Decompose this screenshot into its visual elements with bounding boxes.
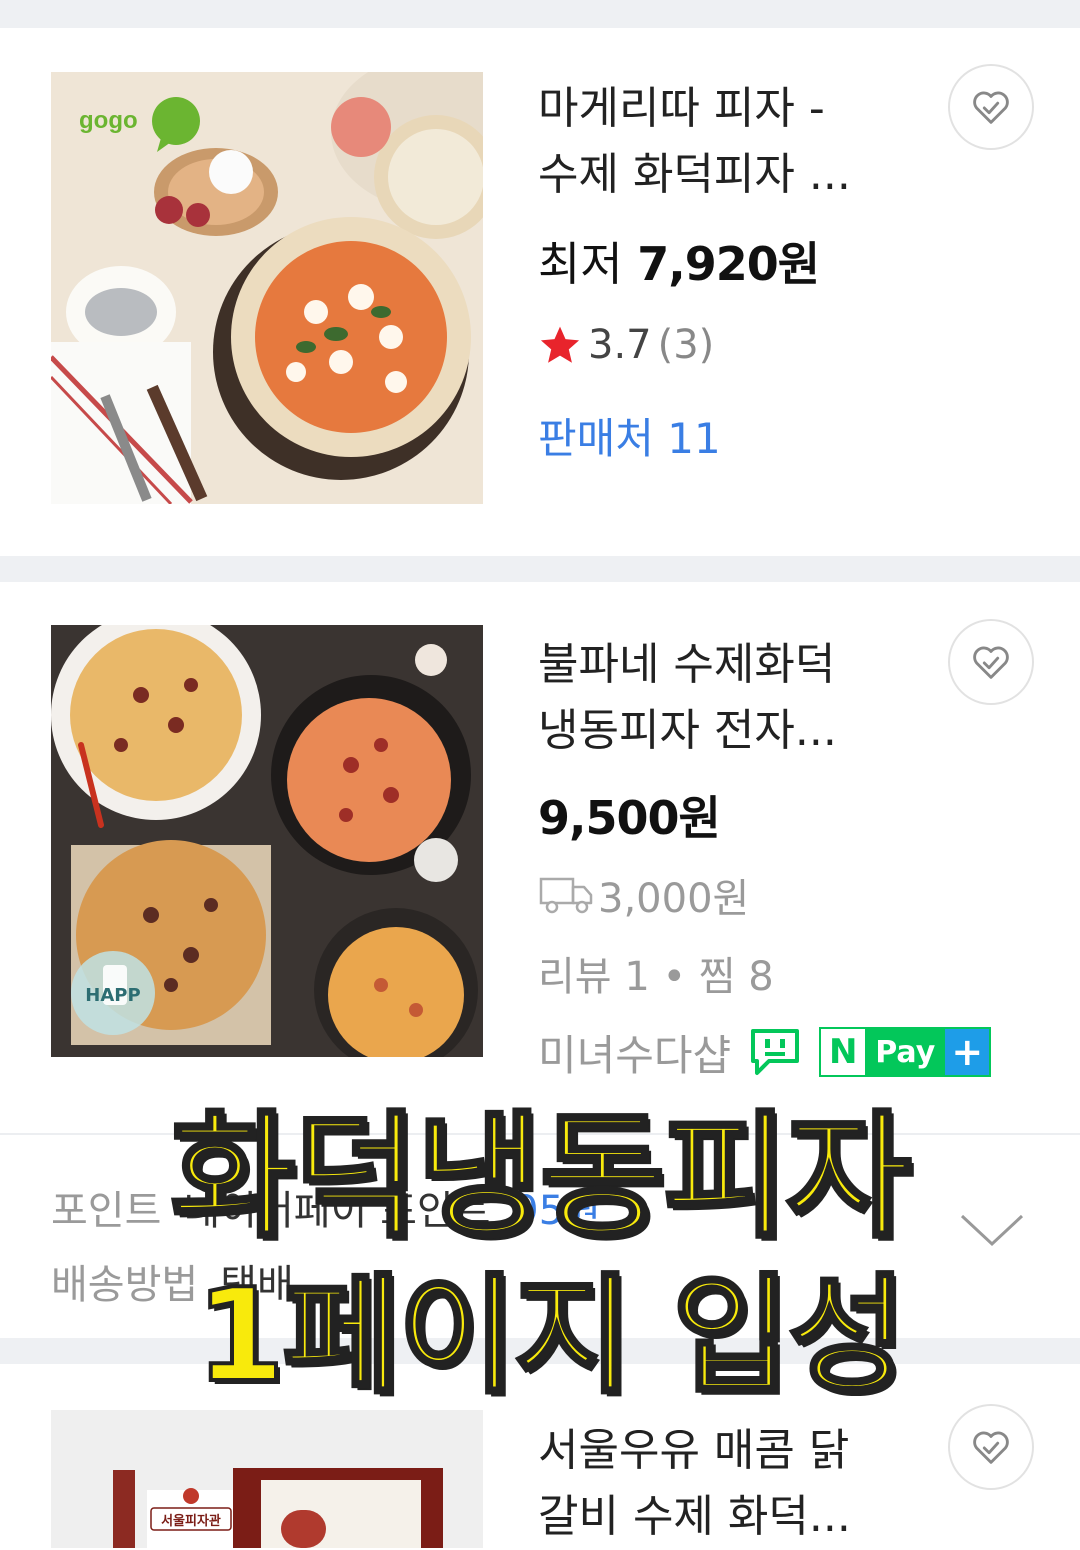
points-amount: 95원	[513, 1188, 601, 1234]
expand-chevron-icon[interactable]	[958, 1210, 1026, 1254]
naver-pay-badge: N Pay +	[819, 1027, 992, 1077]
product-rating: 3.7 (3)	[538, 322, 714, 368]
review-count: (3)	[657, 322, 715, 368]
mall-name[interactable]: 미녀수다샵	[538, 1022, 731, 1083]
product-price: 최저 7,920원	[538, 228, 820, 294]
shipping-method-value: 택배	[220, 1262, 294, 1308]
product-image[interactable]: 서울피자관	[51, 1410, 483, 1548]
seller-count-link[interactable]: 판매처 11	[538, 405, 721, 466]
price-value: 7,920원	[637, 237, 820, 291]
review-wish-stats: 리뷰 1 • 찜 8	[538, 954, 774, 1000]
shipping-fee: 3,000원	[538, 866, 749, 924]
naver-n-logo: N	[821, 1029, 866, 1075]
heart-check-icon	[973, 646, 1009, 679]
thumb-badge-text: HAPP	[85, 985, 140, 1006]
product-image[interactable]: HAPP	[51, 625, 483, 1057]
heart-check-icon	[973, 91, 1009, 124]
shipping-fee-value: 3,000원	[598, 876, 750, 922]
points-row: 포인트 네이버페이 포인트 95원	[51, 1178, 601, 1236]
price-prefix: 최저	[538, 237, 638, 291]
wishlist-button[interactable]	[948, 619, 1034, 705]
product-price: 9,500원	[538, 782, 721, 848]
product-title[interactable]: 서울우유 매콤 닭 갈비 수제 화덕...	[538, 1418, 918, 1550]
section-separator	[0, 0, 1080, 28]
thumb-brand-text: 서울피자관	[161, 1513, 221, 1529]
brand-logo-text: gogo	[79, 107, 138, 134]
divider	[0, 1133, 1080, 1135]
shipping-method-label: 배송방법	[51, 1262, 199, 1308]
price-value: 9,500원	[538, 791, 721, 845]
truck-icon	[539, 877, 593, 914]
product-title[interactable]: 마게리따 피자 - 수제 화덕피자 ...	[538, 76, 918, 208]
section-separator	[0, 556, 1080, 582]
heart-check-icon	[973, 1431, 1009, 1464]
npay-label: Pay	[865, 1029, 946, 1075]
npay-plus-icon: +	[945, 1029, 990, 1075]
wishlist-button[interactable]	[948, 64, 1034, 150]
wishlist-button[interactable]	[948, 1404, 1034, 1490]
points-label: 포인트	[51, 1188, 162, 1234]
product-image[interactable]: gogo	[51, 72, 483, 504]
star-icon	[540, 326, 580, 363]
mall-info: 미녀수다샵 N Pay +	[538, 1022, 992, 1083]
section-separator	[0, 1338, 1080, 1364]
points-value: 네이버페이 포인트	[183, 1188, 491, 1234]
shipping-method-row: 배송방법 택배	[51, 1252, 294, 1310]
product-title[interactable]: 불파네 수제화덕 냉동피자 전자...	[538, 632, 918, 764]
rating-value: 3.7	[588, 322, 652, 368]
talk-icon[interactable]	[749, 1027, 801, 1077]
